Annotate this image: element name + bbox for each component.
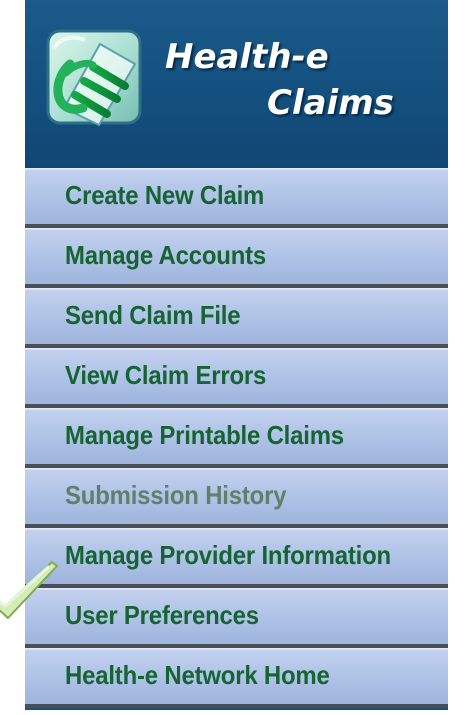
menu-item-manage-printable-claims[interactable]: Manage Printable Claims — [25, 408, 448, 468]
menu-item-label: User Preferences — [65, 600, 259, 630]
navigation-panel: Health-e Claims Create New Claim Manage … — [25, 0, 448, 710]
app-logo-text: Health-e Claims — [147, 30, 427, 140]
menu-item-label: Manage Printable Claims — [65, 420, 344, 450]
menu-item-send-claim-file[interactable]: Send Claim File — [25, 288, 448, 348]
menu-item-label: View Claim Errors — [65, 360, 267, 390]
menu-item-submission-history[interactable]: Submission History — [25, 468, 448, 528]
document-e-icon — [46, 29, 142, 127]
logo-line-2: Claims — [267, 83, 394, 123]
logo-line-1: Health-e — [165, 37, 329, 77]
main-menu: Create New Claim Manage Accounts Send Cl… — [25, 168, 448, 710]
menu-item-label: Send Claim File — [65, 300, 241, 330]
app-header: Health-e Claims — [25, 0, 448, 168]
menu-item-user-preferences[interactable]: User Preferences — [25, 588, 448, 648]
menu-item-label: Health-e Network Home — [65, 660, 330, 690]
menu-item-health-e-network-home[interactable]: Health-e Network Home — [25, 648, 448, 708]
menu-item-label: Create New Claim — [65, 180, 265, 210]
menu-item-manage-provider-information[interactable]: Manage Provider Information — [25, 528, 448, 588]
menu-item-create-new-claim[interactable]: Create New Claim — [25, 168, 448, 228]
menu-item-label: Manage Provider Information — [65, 540, 391, 570]
menu-item-label: Submission History — [65, 480, 287, 510]
menu-item-view-claim-errors[interactable]: View Claim Errors — [25, 348, 448, 408]
menu-item-manage-accounts[interactable]: Manage Accounts — [25, 228, 448, 288]
menu-item-label: Manage Accounts — [65, 240, 267, 270]
